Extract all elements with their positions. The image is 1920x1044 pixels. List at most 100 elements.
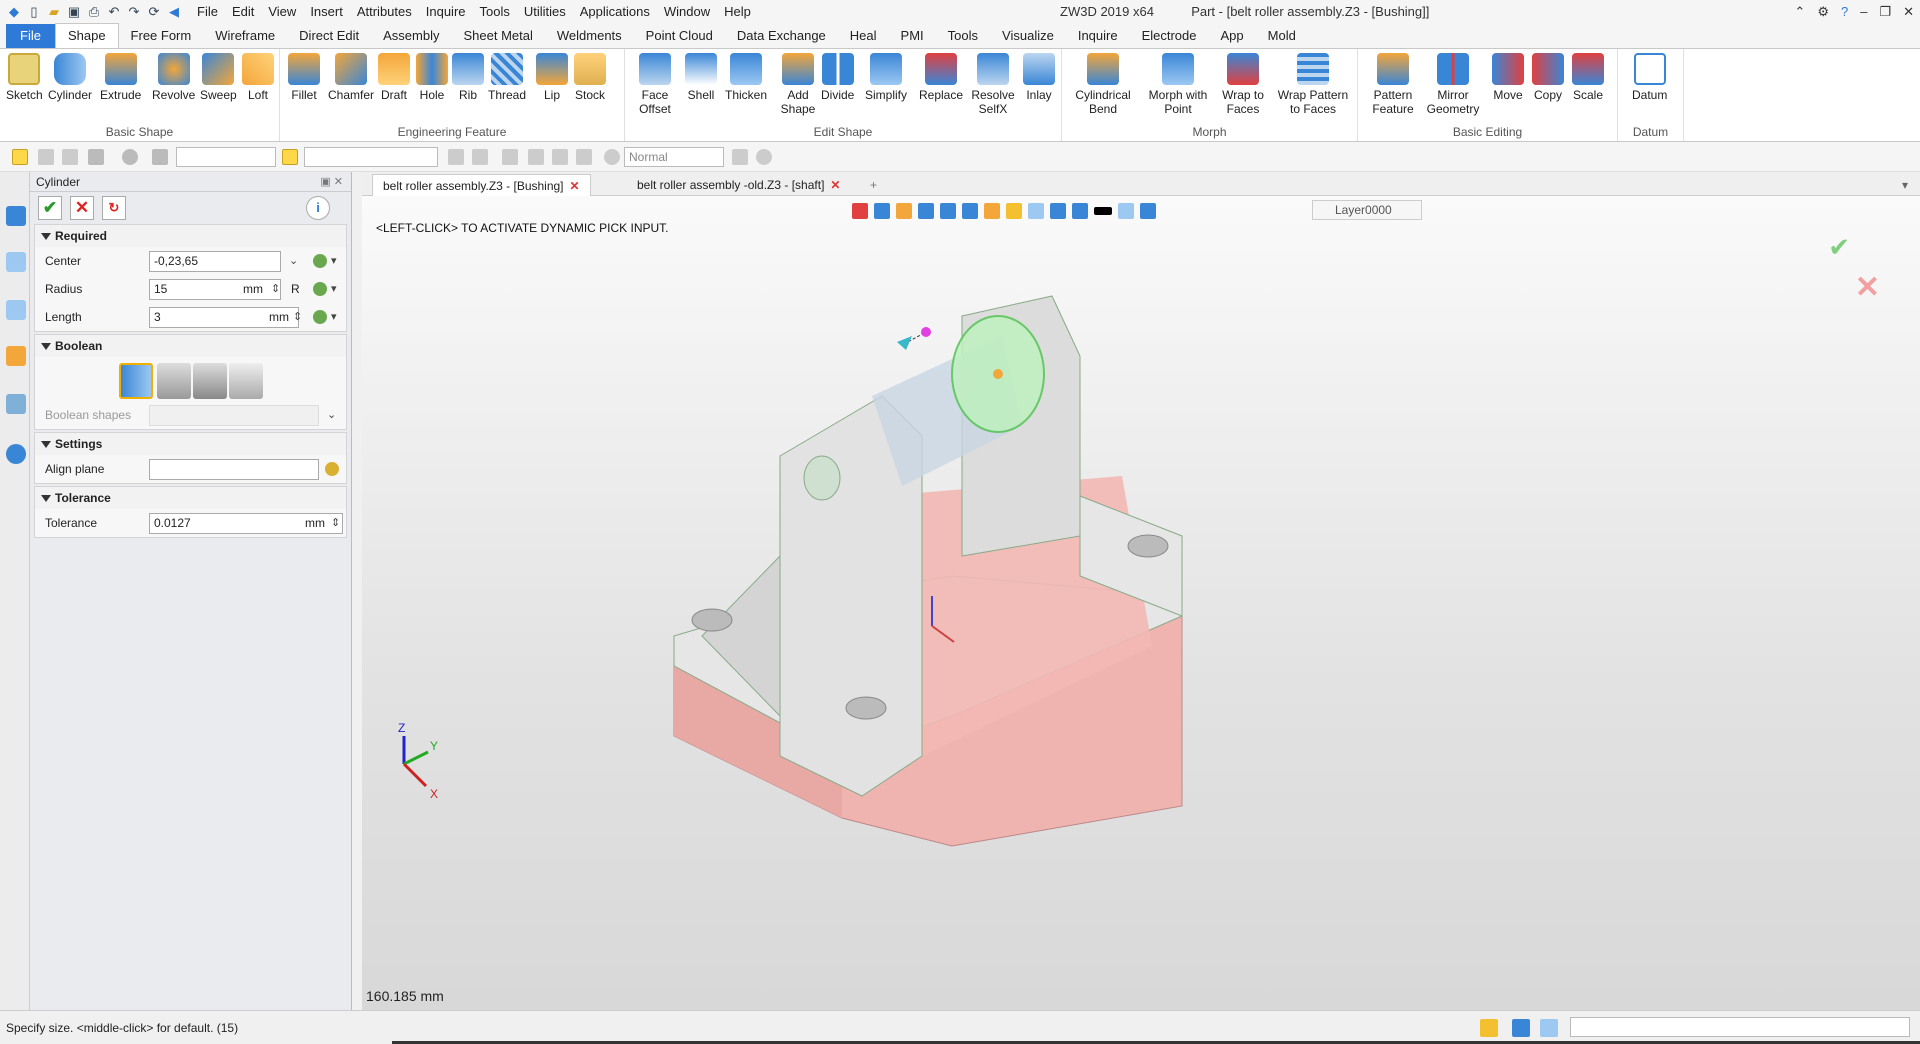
menu-help[interactable]: Help <box>717 0 758 24</box>
order-icon[interactable] <box>552 149 568 165</box>
pattern-feature-button[interactable]: Pattern Feature <box>1368 53 1418 116</box>
3d-viewport[interactable]: <LEFT-CLICK> TO ACTIVATE DYNAMIC PICK IN… <box>362 196 1920 1010</box>
add-shape-button[interactable]: Add Shape <box>777 53 819 116</box>
history-tree-icon[interactable] <box>6 252 26 272</box>
snap-icon[interactable] <box>38 149 54 165</box>
extrude-button[interactable]: Extrude <box>100 53 141 102</box>
new-file-icon[interactable]: ▯ <box>26 4 42 20</box>
menu-attributes[interactable]: Attributes <box>350 0 419 24</box>
render-mode-combo[interactable]: Normal <box>624 147 724 167</box>
part-library-icon[interactable] <box>6 346 26 366</box>
view-manager-icon[interactable] <box>6 394 26 414</box>
restore-icon[interactable]: ❐ <box>1879 0 1891 24</box>
align-icon[interactable] <box>448 149 464 165</box>
render-settings-icon[interactable] <box>604 149 620 165</box>
back-arrow-icon[interactable]: ◀ <box>166 4 182 20</box>
doc-tab-bushing[interactable]: belt roller assembly.Z3 - [Bushing] ✕ <box>372 174 591 196</box>
pick-plane-icon[interactable] <box>325 462 339 476</box>
cursor-icon[interactable] <box>732 149 748 165</box>
draft-button[interactable]: Draft <box>378 53 410 102</box>
tabs-menu-icon[interactable]: ▾ <box>1892 174 1918 196</box>
rib-button[interactable]: Rib <box>452 53 484 102</box>
tolerance-spinner[interactable]: ⇕ <box>331 516 340 529</box>
print-icon[interactable]: ⎙ <box>86 4 102 20</box>
expand-icon[interactable]: ⌄ <box>289 254 298 267</box>
menu-edit[interactable]: Edit <box>225 0 261 24</box>
filter-combo[interactable] <box>176 147 276 167</box>
distribute-icon[interactable] <box>472 149 488 165</box>
tab-inquire[interactable]: Inquire <box>1066 24 1130 48</box>
sweep-button[interactable]: Sweep <box>200 53 237 102</box>
section-header-tolerance[interactable]: Tolerance <box>35 487 346 509</box>
section-header-required[interactable]: Required <box>35 225 346 247</box>
doc-tab-shaft[interactable]: belt roller assembly -old.Z3 - [shaft] ✕ <box>627 174 850 196</box>
tab-wireframe[interactable]: Wireframe <box>203 24 287 48</box>
move-button[interactable]: Move <box>1492 53 1524 102</box>
grid-icon[interactable] <box>88 149 104 165</box>
info-button[interactable]: i <box>306 196 330 220</box>
ok-button[interactable]: ✔ <box>38 196 62 220</box>
tab-visualize[interactable]: Visualize <box>990 24 1066 48</box>
morph-with-point-button[interactable]: Morph with Point <box>1146 53 1210 116</box>
menu-insert[interactable]: Insert <box>303 0 350 24</box>
loft-button[interactable]: Loft <box>242 53 274 102</box>
cylindrical-bend-button[interactable]: Cylindrical Bend <box>1074 53 1132 116</box>
undo-icon[interactable]: ↶ <box>106 4 122 20</box>
radius-suffix[interactable]: R <box>291 282 300 296</box>
save-icon[interactable]: ▣ <box>66 4 82 20</box>
command-input[interactable] <box>1570 1017 1910 1037</box>
dropdown-icon[interactable]: ▾ <box>331 254 337 267</box>
face-offset-button[interactable]: Face Offset <box>633 53 677 116</box>
assembly-tree-icon[interactable] <box>6 300 26 320</box>
section-header-boolean[interactable]: Boolean <box>35 335 346 357</box>
tab-file[interactable]: File <box>6 24 55 48</box>
line-filter-icon[interactable] <box>62 149 78 165</box>
menu-utilities[interactable]: Utilities <box>517 0 573 24</box>
resolve-selfx-button[interactable]: Resolve SelfX <box>971 53 1015 116</box>
datum-button[interactable]: Datum <box>1632 53 1667 102</box>
direction-arrow[interactable] <box>897 336 912 350</box>
tab-point-cloud[interactable]: Point Cloud <box>634 24 725 48</box>
stack-icon[interactable] <box>528 149 544 165</box>
length-spinner[interactable]: ⇕ <box>293 310 302 323</box>
help-icon[interactable]: ? <box>1841 0 1848 24</box>
tab-assembly[interactable]: Assembly <box>371 24 451 48</box>
display-mode-icon[interactable] <box>1512 1019 1530 1037</box>
mirror-geometry-button[interactable]: Mirror Geometry <box>1424 53 1482 116</box>
open-file-icon[interactable]: ▰ <box>46 4 62 20</box>
menu-view[interactable]: View <box>261 0 303 24</box>
scale-button[interactable]: Scale <box>1572 53 1604 102</box>
tab-weldments[interactable]: Weldments <box>545 24 634 48</box>
tab-free-form[interactable]: Free Form <box>119 24 204 48</box>
center-field[interactable]: -0,23,65 <box>149 251 281 272</box>
dropdown-icon[interactable]: ▾ <box>331 310 337 323</box>
selection-combo[interactable] <box>304 147 438 167</box>
window-mode-icon[interactable] <box>1540 1019 1558 1037</box>
hexagon-icon[interactable] <box>122 149 138 165</box>
new-tab-icon[interactable]: + <box>860 174 887 196</box>
fillet-button[interactable]: Fillet <box>288 53 320 102</box>
pick-filter-icon[interactable] <box>12 149 28 165</box>
copy-button[interactable]: Copy <box>1532 53 1564 102</box>
tab-data-exchange[interactable]: Data Exchange <box>725 24 838 48</box>
close-icon[interactable]: ✕ <box>1903 0 1914 24</box>
boolean-shapes-field[interactable] <box>149 405 319 426</box>
lip-button[interactable]: Lip <box>536 53 568 102</box>
options-gear-icon[interactable] <box>756 149 772 165</box>
pick-point-icon[interactable] <box>313 254 327 268</box>
simplify-button[interactable]: Simplify <box>865 53 907 102</box>
inlay-button[interactable]: Inlay <box>1023 53 1055 102</box>
tab-pmi[interactable]: PMI <box>889 24 936 48</box>
minimize-icon[interactable]: – <box>1860 0 1867 24</box>
menu-file[interactable]: File <box>190 0 225 24</box>
user-icon[interactable] <box>6 444 26 464</box>
cancel-button[interactable]: ✕ <box>70 196 94 220</box>
radius-spinner[interactable]: ⇕ <box>271 282 280 295</box>
base-body-icon[interactable] <box>119 363 153 399</box>
intersect-boolean-icon[interactable] <box>229 363 263 399</box>
wrap-to-faces-button[interactable]: Wrap to Faces <box>1220 53 1266 116</box>
add-boolean-icon[interactable] <box>157 363 191 399</box>
remove-boolean-icon[interactable] <box>193 363 227 399</box>
tab-app[interactable]: App <box>1209 24 1256 48</box>
align-plane-field[interactable] <box>149 459 319 480</box>
